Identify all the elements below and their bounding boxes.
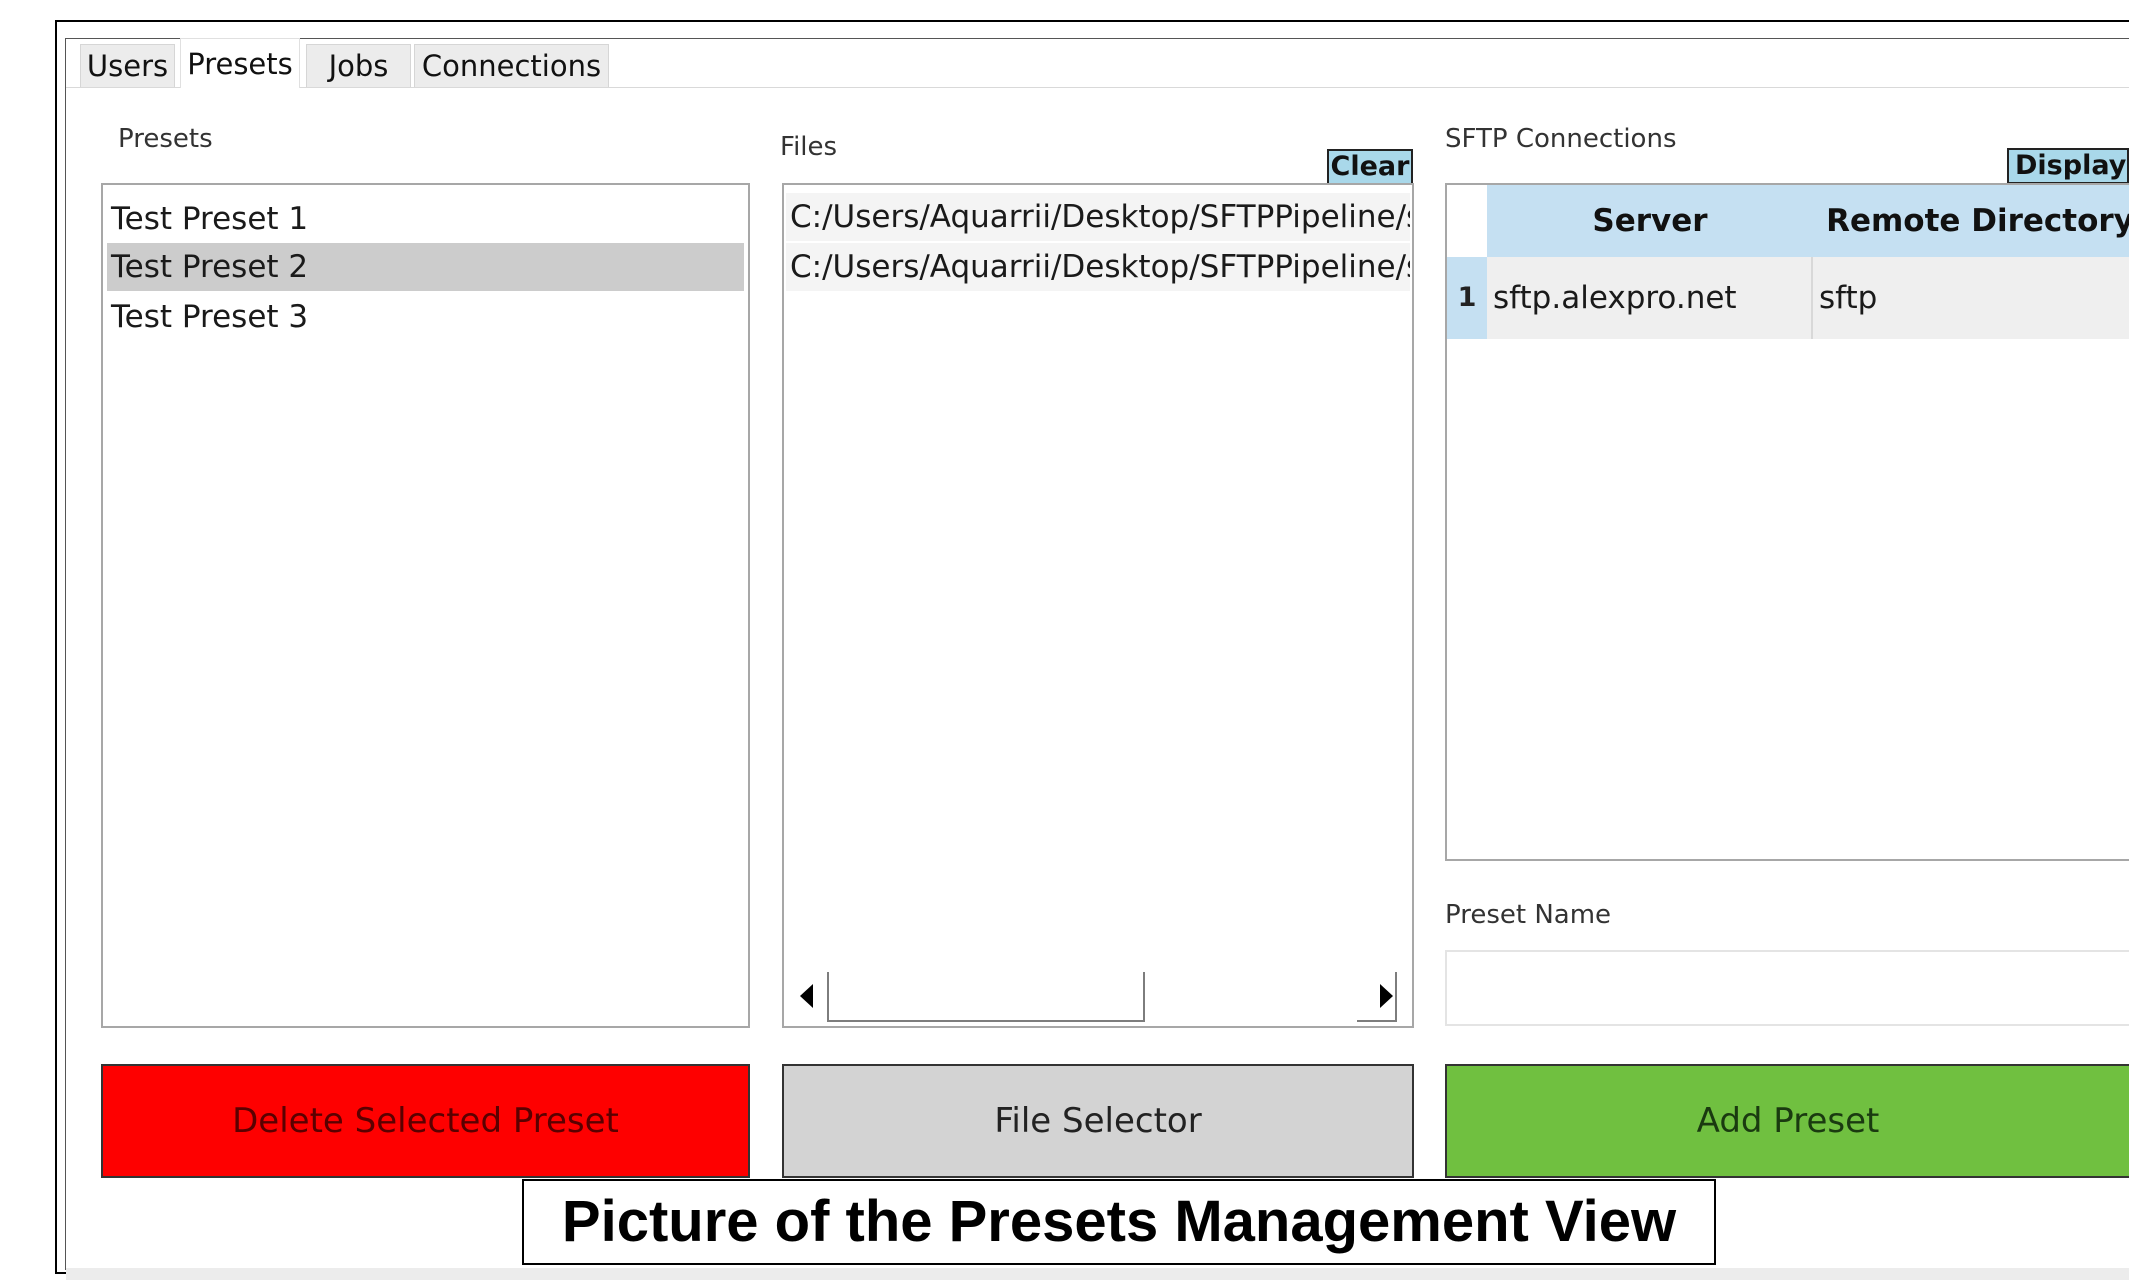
file-item[interactable]: C:/Users/Aquarrii/Desktop/SFTPPipeline/s… [786, 243, 1410, 291]
presets-list[interactable]: Test Preset 1 Test Preset 2 Test Preset … [101, 183, 750, 1028]
tab-jobs[interactable]: Jobs [306, 44, 411, 87]
tab-presets[interactable]: Presets [180, 38, 300, 88]
display-all-button[interactable]: Display A [2007, 148, 2129, 184]
preset-item[interactable]: Test Preset 3 [107, 293, 744, 341]
tab-users[interactable]: Users [80, 44, 175, 87]
window-bottom-strip [66, 1268, 2129, 1280]
preset-item-selected[interactable]: Test Preset 2 [107, 243, 744, 291]
add-preset-button[interactable]: Add Preset [1445, 1064, 2129, 1178]
column-header-server[interactable]: Server [1487, 185, 1813, 257]
table-cell-remote-directory[interactable]: sftp [1813, 257, 2129, 339]
preset-item[interactable]: Test Preset 1 [107, 195, 744, 243]
figure-caption: Picture of the Presets Management View [522, 1179, 1716, 1265]
tab-connections[interactable]: Connections [414, 44, 609, 87]
clear-button[interactable]: Clear [1327, 149, 1413, 185]
table-corner [1447, 185, 1487, 257]
preset-name-label: Preset Name [1445, 900, 1612, 930]
file-selector-button[interactable]: File Selector [782, 1064, 1414, 1178]
column-header-remote-directory[interactable]: Remote Directory [1813, 185, 2129, 257]
row-header[interactable]: 1 [1447, 257, 1487, 339]
file-item[interactable]: C:/Users/Aquarrii/Desktop/SFTPPipeline/s… [786, 193, 1410, 241]
scroll-right-arrow-icon[interactable] [1380, 984, 1393, 1008]
scroll-left-arrow-icon[interactable] [800, 984, 813, 1008]
tab-bar: Users Presets Jobs Connections [66, 38, 2129, 88]
preset-name-input[interactable] [1445, 950, 2129, 1026]
files-list[interactable]: C:/Users/Aquarrii/Desktop/SFTPPipeline/s… [782, 183, 1414, 1028]
files-label: Files [780, 132, 838, 162]
scrollbar-thumb[interactable] [827, 972, 1145, 1022]
delete-selected-preset-button[interactable]: Delete Selected Preset [101, 1064, 750, 1178]
sftp-connections-table[interactable]: Server Remote Directory 1 sftp.alexpro.n… [1445, 183, 2129, 861]
presets-label: Presets [118, 124, 213, 154]
files-horizontal-scrollbar[interactable] [785, 972, 1410, 1024]
sftp-connections-label: SFTP Connections [1445, 124, 1677, 154]
table-cell-server[interactable]: sftp.alexpro.net [1487, 257, 1813, 339]
